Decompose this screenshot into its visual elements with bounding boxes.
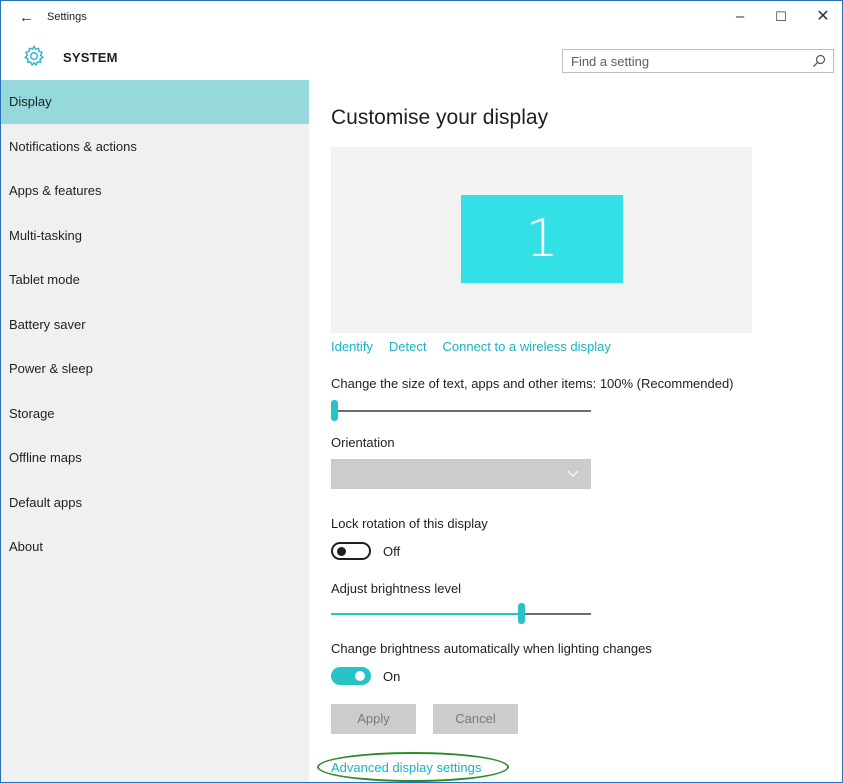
sidebar-item-about[interactable]: About — [1, 525, 309, 569]
search-box[interactable] — [562, 49, 834, 73]
display-links: Identify Detect Connect to a wireless disp… — [331, 339, 627, 354]
sidebar: Display Notifications & actions Apps & f… — [1, 80, 309, 782]
wireless-display-link[interactable]: Connect to a wireless display — [443, 339, 611, 354]
brightness-slider-thumb[interactable] — [518, 603, 525, 624]
sidebar-item-tablet-mode[interactable]: Tablet mode — [1, 258, 309, 302]
auto-brightness-label: Change brightness automatically when lig… — [331, 641, 652, 656]
window-title: Settings — [47, 11, 87, 23]
cancel-button[interactable]: Cancel — [433, 704, 518, 734]
search-input[interactable] — [563, 50, 801, 72]
monitor-1-tile[interactable]: 1 — [461, 195, 623, 283]
display-settings-panel: Customise your display 1 Identify Detect C… — [309, 80, 842, 782]
sidebar-item-multitasking[interactable]: Multi-tasking — [1, 214, 309, 258]
toggle-knob — [355, 671, 365, 681]
sidebar-item-notifications[interactable]: Notifications & actions — [1, 125, 309, 169]
gear-icon — [24, 45, 44, 67]
scale-label: Change the size of text, apps and other … — [331, 376, 734, 391]
minimize-button[interactable]: – — [726, 7, 754, 27]
toggle-knob — [337, 547, 346, 556]
title-bar: ← Settings – ☐ ✕ — [1, 1, 842, 34]
lock-rotation-toggle[interactable] — [331, 542, 371, 560]
sidebar-item-power-sleep[interactable]: Power & sleep — [1, 347, 309, 391]
auto-brightness-state: On — [383, 669, 401, 684]
brightness-slider[interactable] — [331, 603, 591, 624]
brightness-slider-fill — [331, 613, 521, 615]
sidebar-item-apps-features[interactable]: Apps & features — [1, 169, 309, 213]
orientation-label: Orientation — [331, 435, 395, 450]
orientation-dropdown[interactable] — [331, 459, 591, 489]
sidebar-item-default-apps[interactable]: Default apps — [1, 481, 309, 525]
lock-rotation-label: Lock rotation of this display — [331, 516, 488, 531]
detect-link[interactable]: Detect — [389, 339, 427, 354]
sidebar-item-offline-maps[interactable]: Offline maps — [1, 436, 309, 480]
scale-slider[interactable] — [331, 400, 591, 421]
auto-brightness-toggle[interactable] — [331, 667, 371, 685]
lock-rotation-state: Off — [383, 544, 401, 559]
chevron-down-icon — [567, 470, 579, 477]
scale-slider-thumb[interactable] — [331, 400, 338, 421]
settings-header: SYSTEM — [1, 34, 842, 80]
brightness-label: Adjust brightness level — [331, 581, 462, 596]
section-title: SYSTEM — [63, 50, 118, 65]
display-preview: 1 — [331, 147, 752, 333]
settings-window: ← Settings – ☐ ✕ SYSTEM Display Notifica… — [0, 0, 843, 783]
maximize-button[interactable]: ☐ — [767, 7, 795, 27]
close-button[interactable]: ✕ — [809, 7, 837, 27]
sidebar-item-storage[interactable]: Storage — [1, 392, 309, 436]
page-title: Customise your display — [331, 106, 549, 129]
sidebar-item-battery-saver[interactable]: Battery saver — [1, 303, 309, 347]
sidebar-item-display[interactable]: Display — [1, 80, 309, 124]
search-icon[interactable] — [811, 53, 827, 69]
back-arrow-icon[interactable]: ← — [19, 9, 34, 26]
scale-slider-track — [331, 410, 591, 412]
apply-button[interactable]: Apply — [331, 704, 416, 734]
advanced-display-settings-link[interactable]: Advanced display settings — [331, 760, 481, 775]
identify-link[interactable]: Identify — [331, 339, 373, 354]
